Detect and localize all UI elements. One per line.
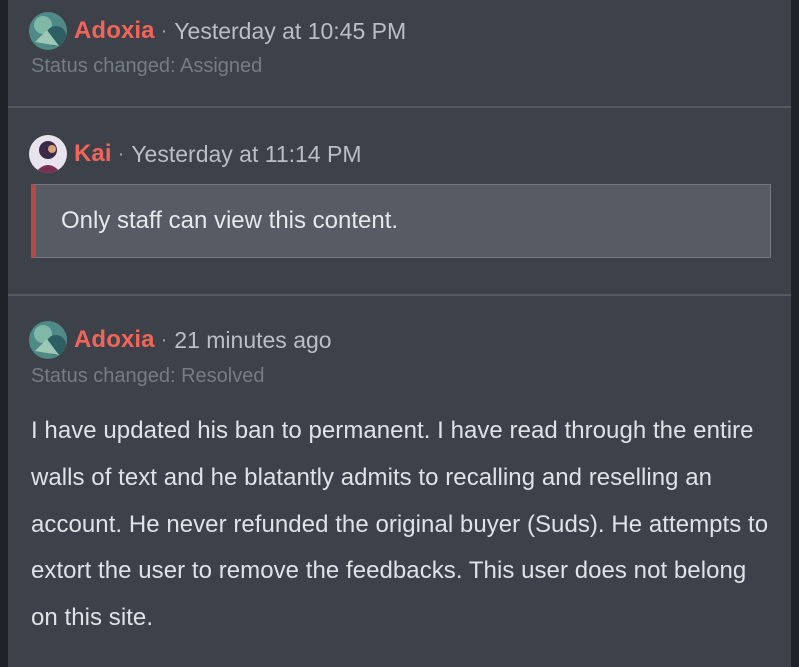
avatar-image <box>29 12 67 50</box>
entry-meta: Kai · Yesterday at 11:14 PM <box>29 134 361 174</box>
avatar[interactable] <box>29 321 67 359</box>
entry-divider <box>8 294 791 296</box>
username[interactable]: Kai <box>74 140 112 168</box>
message-body: I have updated his ban to permanent. I h… <box>31 417 769 632</box>
avatar-image <box>29 321 67 359</box>
meta-separator: · <box>117 142 125 165</box>
thread-panel: Adoxia · Yesterday at 10:45 PM Status ch… <box>8 0 791 667</box>
status-change-text: Status changed: Assigned <box>31 55 263 77</box>
avatar[interactable] <box>29 135 67 173</box>
avatar[interactable] <box>29 12 67 50</box>
timestamp[interactable]: Yesterday at 11:14 PM <box>131 141 361 168</box>
username[interactable]: Adoxia <box>74 17 155 45</box>
timestamp[interactable]: 21 minutes ago <box>174 327 331 354</box>
timestamp[interactable]: Yesterday at 10:45 PM <box>174 18 406 45</box>
entry-divider <box>8 106 791 108</box>
entry-meta: Adoxia · Yesterday at 10:45 PM <box>29 11 406 51</box>
entry-meta: Adoxia · 21 minutes ago <box>29 320 332 360</box>
meta-separator: · <box>160 19 168 42</box>
avatar-image <box>29 135 67 173</box>
staff-notice-text: Only staff can view this content. <box>61 207 399 234</box>
username[interactable]: Adoxia <box>74 326 155 354</box>
staff-only-notice: Only staff can view this content. <box>31 184 771 258</box>
meta-separator: · <box>160 328 168 351</box>
status-change-text: Status changed: Resolved <box>31 365 265 387</box>
